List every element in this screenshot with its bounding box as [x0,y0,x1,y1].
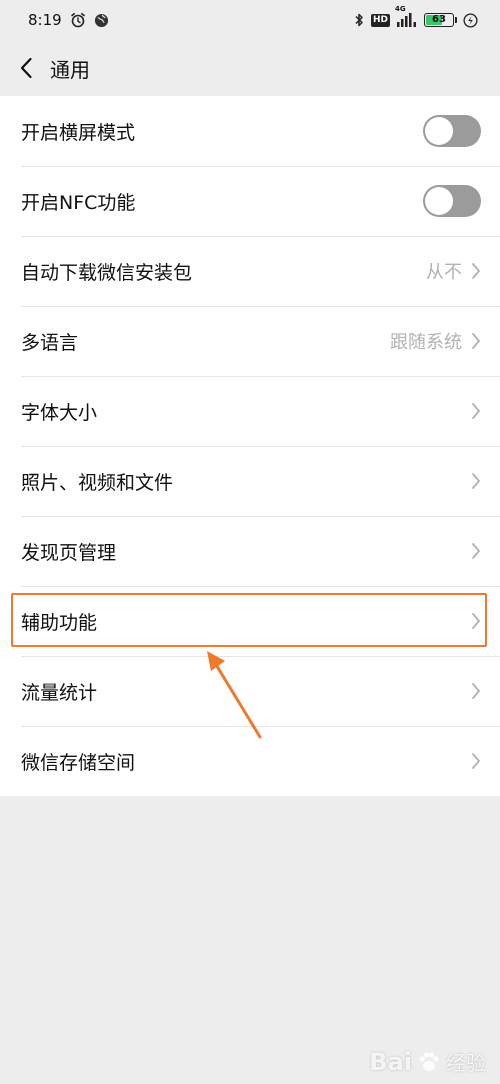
setting-discover-management[interactable]: 发现页管理 [0,516,500,586]
toggle-knob [425,187,453,215]
watermark-brand: Bai [369,1047,412,1076]
setting-media-files[interactable]: 照片、视频和文件 [0,446,500,516]
page-title: 通用 [50,57,90,82]
setting-label: 开启NFC功能 [21,191,136,214]
setting-accessibility[interactable]: 辅助功能 [0,586,500,656]
chevron-left-icon [20,57,32,79]
setting-label: 开启横屏模式 [21,121,136,144]
globe-icon [94,13,109,28]
setting-label: 自动下载微信安装包 [21,261,193,284]
setting-landscape-mode[interactable]: 开启横屏模式 [0,96,500,166]
setting-label: 字体大小 [21,401,98,424]
chevron-right-icon [470,681,482,701]
alarm-icon [70,12,86,28]
bluetooth-icon [353,12,365,28]
status-right: HD 4G 63 [353,5,478,28]
watermark-logo: Bai 经验 [369,1047,486,1076]
chevron-right-icon [470,331,482,351]
navigation-bar: 通用 [0,40,500,96]
landscape-mode-toggle[interactable] [423,115,481,147]
setting-font-size[interactable]: 字体大小 [0,376,500,446]
settings-list: 开启横屏模式 开启NFC功能 自动下载微信安装包 从不 多语言 跟随系统 字体大… [0,96,500,796]
chevron-right-icon [470,541,482,561]
charging-icon [463,12,478,28]
hd-icon: HD [370,13,390,27]
setting-data-usage[interactable]: 流量统计 [0,656,500,726]
setting-label: 多语言 [21,331,79,354]
chevron-right-icon [470,471,482,491]
battery-cap [455,17,457,23]
watermark-suffix: 经验 [446,1051,486,1075]
setting-label: 微信存储空间 [21,751,136,774]
chevron-right-icon [470,401,482,421]
setting-language[interactable]: 多语言 跟随系统 [0,306,500,376]
battery-icon: 63 [424,13,457,27]
setting-value: 跟随系统 [390,332,462,353]
setting-label: 发现页管理 [21,541,117,564]
setting-storage[interactable]: 微信存储空间 [0,726,500,796]
toggle-knob [425,117,453,145]
status-left: 8:19 [28,11,109,29]
chevron-right-icon [470,261,482,281]
chevron-right-icon [470,751,482,771]
setting-label: 照片、视频和文件 [21,471,174,494]
setting-label: 流量统计 [21,681,98,704]
battery-level: 63 [432,14,446,25]
status-time: 8:19 [28,11,62,29]
paw-icon [419,1051,439,1071]
back-button[interactable] [2,40,50,96]
status-bar: 8:19 HD 4G 63 [0,0,500,40]
setting-label: 辅助功能 [21,611,98,634]
chevron-right-icon [470,611,482,631]
signal-icon: 4G [395,5,418,27]
battery-body: 63 [424,13,454,27]
setting-value: 从不 [426,262,462,283]
page: 8:19 HD 4G 63 通用 开启横屏模式 开启NFC功能 自动下载微信安装… [0,0,500,1084]
nfc-toggle[interactable] [423,185,481,217]
setting-nfc[interactable]: 开启NFC功能 [0,166,500,236]
network-type: 4G [395,5,406,13]
setting-auto-download[interactable]: 自动下载微信安装包 从不 [0,236,500,306]
